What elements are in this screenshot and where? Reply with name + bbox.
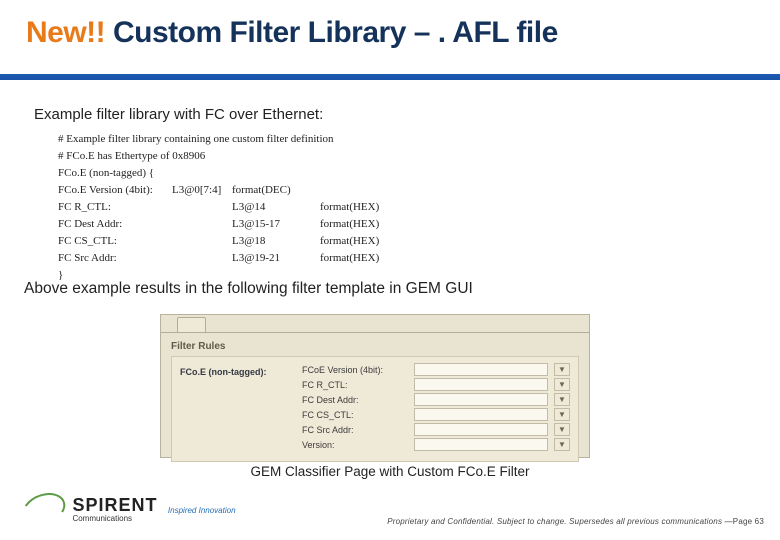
code-comment-1: # Example filter library containing one … [58, 131, 750, 148]
gem-fieldset: FCo.E (non-tagged): FCoE Version (4bit):… [171, 356, 579, 462]
code-row-c1: FC Dest Addr: [58, 216, 172, 233]
gem-field-label: FC R_CTL: [302, 380, 408, 390]
title-main: Custom Filter Library – . AFL file [113, 16, 558, 49]
dropdown-arrow-icon[interactable]: ▼ [554, 378, 570, 391]
gem-field-input[interactable] [414, 363, 548, 376]
code-row: FC R_CTL: L3@14 format(HEX) [58, 199, 410, 216]
dropdown-arrow-icon[interactable]: ▼ [554, 393, 570, 406]
dropdown-arrow-icon[interactable]: ▼ [554, 408, 570, 421]
footer-text: Proprietary and Confidential. Subject to… [387, 517, 733, 526]
code-row-c1: FC R_CTL: [58, 199, 172, 216]
code-row-c3: L3@19-21 [232, 250, 320, 267]
gem-rows: FCoE Version (4bit): ▼ FC R_CTL: ▼ FC De… [302, 363, 570, 455]
code-row-c3: L3@18 [232, 233, 320, 250]
code-row-c4: format(HEX) [320, 233, 410, 250]
code-row: FCo.E Version (4bit): L3@0[7:4] format(D… [58, 182, 410, 199]
gem-field-input[interactable] [414, 378, 548, 391]
code-block: # Example filter library containing one … [58, 131, 750, 284]
code-row: FC Src Addr: L3@19-21 format(HEX) [58, 250, 410, 267]
gem-field-label: Version: [302, 440, 408, 450]
code-row-c1: FC Src Addr: [58, 250, 172, 267]
gem-inner: Filter Rules FCo.E (non-tagged): FCoE Ve… [161, 333, 589, 470]
code-row: FC CS_CTL: L3@18 format(HEX) [58, 233, 410, 250]
code-row-c3: L3@15-17 [232, 216, 320, 233]
example-subhead: Example filter library with FC over Ethe… [34, 106, 750, 123]
gem-field-input[interactable] [414, 408, 548, 421]
code-comment-2: # FCo.E has Ethertype of 0x8906 [58, 148, 750, 165]
dropdown-arrow-icon[interactable]: ▼ [554, 438, 570, 451]
spirent-name: SPIRENT [72, 495, 157, 516]
gem-field-input[interactable] [414, 438, 548, 451]
code-row-c2 [172, 199, 232, 216]
code-row-c4: format(HEX) [320, 250, 410, 267]
code-row-c3: L3@14 [232, 199, 320, 216]
filter-rules-label: Filter Rules [171, 341, 579, 352]
footer-page: Page 63 [733, 517, 764, 526]
gem-caption: GEM Classifier Page with Custom FCo.E Fi… [0, 464, 780, 479]
gem-field-label: FCoE Version (4bit): [302, 365, 408, 375]
slide: New!! Custom Filter Library – . AFL file… [0, 0, 780, 540]
code-table: FCo.E Version (4bit): L3@0[7:4] format(D… [58, 182, 410, 267]
code-row-c2 [172, 216, 232, 233]
code-row: FC Dest Addr: L3@15-17 format(HEX) [58, 216, 410, 233]
result-line: Above example results in the following f… [24, 280, 473, 298]
title-prefix: New!! [26, 16, 113, 49]
spirent-swirl-icon [18, 487, 70, 530]
gem-tab[interactable] [177, 317, 206, 332]
gem-field-row: FCoE Version (4bit): ▼ [302, 363, 570, 376]
code-row-c2 [172, 250, 232, 267]
code-row-c2: L3@0[7:4] [172, 182, 232, 199]
gem-group-leftcol: FCo.E (non-tagged): [180, 363, 302, 455]
dropdown-arrow-icon[interactable]: ▼ [554, 363, 570, 376]
gem-field-row: Version: ▼ [302, 438, 570, 451]
slide-title: New!! Custom Filter Library – . AFL file [26, 16, 558, 50]
gem-field-label: FC CS_CTL: [302, 410, 408, 420]
code-row-c4: format(HEX) [320, 216, 410, 233]
gem-field-label: FC Dest Addr: [302, 395, 408, 405]
spirent-tagline: Inspired Innovation [168, 506, 236, 515]
code-row-c3: format(DEC) [232, 182, 320, 199]
dropdown-arrow-icon[interactable]: ▼ [554, 423, 570, 436]
code-open-brace: FCo.E (non-tagged) { [58, 165, 750, 182]
gem-field-row: FC CS_CTL: ▼ [302, 408, 570, 421]
gem-field-input[interactable] [414, 423, 548, 436]
code-row-c2 [172, 233, 232, 250]
footer-note: Proprietary and Confidential. Subject to… [387, 517, 764, 526]
code-row-c4: format(HEX) [320, 199, 410, 216]
code-row-c4 [320, 182, 410, 199]
gem-field-input[interactable] [414, 393, 548, 406]
gem-field-row: FC Src Addr: ▼ [302, 423, 570, 436]
gem-tabbar [161, 315, 589, 333]
gem-field-label: FC Src Addr: [302, 425, 408, 435]
body-area: Example filter library with FC over Ethe… [34, 106, 750, 284]
code-row-c1: FC CS_CTL: [58, 233, 172, 250]
spirent-logo-text: SPIRENT Communications [72, 495, 157, 523]
spirent-logo: SPIRENT Communications Inspired Innovati… [22, 494, 236, 524]
gem-group-label: FCo.E (non-tagged): [180, 367, 302, 377]
code-row-c1: FCo.E Version (4bit): [58, 182, 172, 199]
gem-field-row: FC R_CTL: ▼ [302, 378, 570, 391]
gem-field-row: FC Dest Addr: ▼ [302, 393, 570, 406]
gem-screenshot: Filter Rules FCo.E (non-tagged): FCoE Ve… [160, 314, 590, 458]
